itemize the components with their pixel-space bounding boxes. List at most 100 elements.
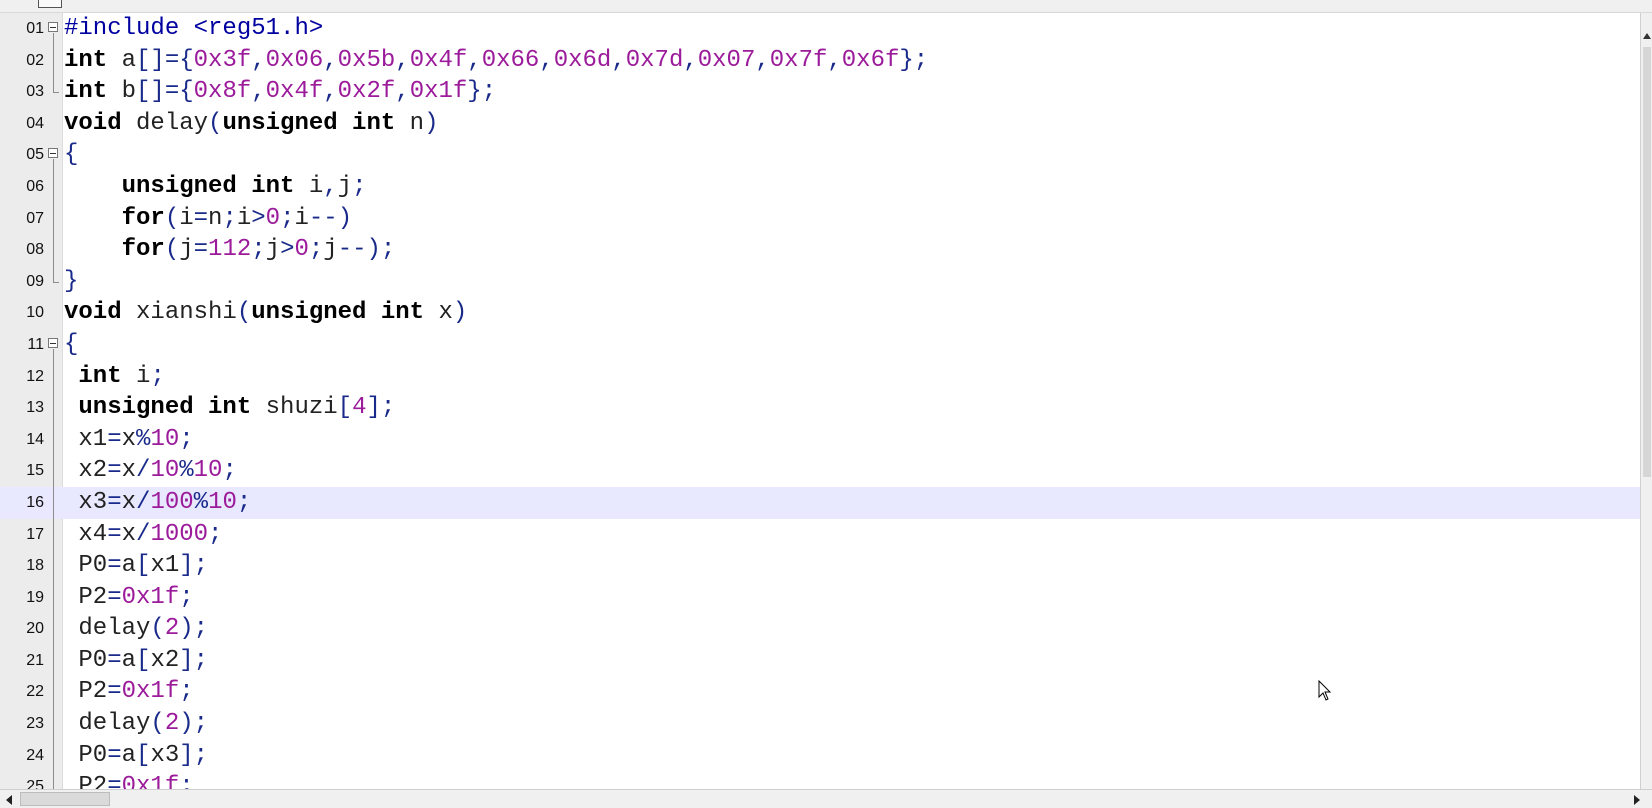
code-token: --) [308, 204, 353, 232]
code-token: 0x2f [337, 78, 396, 106]
code-token: ; [150, 362, 165, 390]
code-line[interactable]: 19 P2=0x1f; [0, 581, 1640, 614]
line-number: 07 [26, 209, 44, 227]
code-token: ); [179, 710, 209, 738]
arrow-up-icon[interactable] [1643, 33, 1651, 39]
code-text: P0=a[x3]; [64, 740, 208, 772]
code-line[interactable]: 13 unsigned int shuzi[4]; [0, 392, 1640, 424]
code-token: 10 [208, 488, 237, 516]
code-line[interactable]: 10 void xianshi(unsigned int x) [0, 297, 1640, 329]
code-token: , [251, 46, 266, 74]
code-line[interactable]: 15 x2=x/10%10; [0, 455, 1640, 487]
code-token: i [294, 204, 309, 232]
code-line[interactable]: 05 { [0, 139, 1640, 172]
code-token: unsigned int [121, 172, 295, 200]
code-token: 0x06 [265, 46, 324, 74]
code-line[interactable]: 07 for(i=n;i>0;i--) [0, 202, 1640, 235]
code-token: 10 [150, 425, 180, 453]
horizontal-scroll-thumb[interactable] [20, 792, 110, 806]
code-text: x3=x/100%10; [64, 487, 251, 519]
code-token: ( [236, 299, 252, 327]
code-line[interactable]: 21 P0=a[x2]; [0, 644, 1640, 677]
arrow-right-icon[interactable] [1634, 795, 1640, 805]
code-token: ( [208, 109, 223, 137]
code-editor[interactable]: 01 #include <reg51.h> 02 int a[]={0x3f,0x06… [0, 13, 1640, 789]
code-token: 0x1f [121, 773, 180, 789]
editor-window: 01 #include <reg51.h> 02 int a[]={0x3f,0x06… [0, 0, 1652, 808]
horizontal-scrollbar[interactable] [0, 789, 1652, 808]
code-token: 0x66 [481, 46, 540, 74]
fold-minus-icon[interactable] [47, 139, 61, 172]
code-line[interactable]: 01 #include <reg51.h> [0, 13, 1640, 45]
code-token: 2 [164, 615, 180, 643]
code-token: % [193, 488, 209, 516]
code-line[interactable]: 17 x4=x/1000; [0, 518, 1640, 551]
code-line[interactable]: 08 for(j=112;j>0;j--); [0, 234, 1640, 266]
code-token: --); [337, 236, 396, 264]
code-line[interactable]: 12 int i; [0, 360, 1640, 393]
code-token: x [121, 520, 137, 548]
code-token: , [467, 46, 482, 74]
code-token: [ [337, 394, 353, 422]
code-line[interactable]: 23 delay(2); [0, 708, 1640, 740]
line-number: 21 [26, 651, 44, 669]
code-token: 0x7f [769, 46, 828, 74]
code-line[interactable]: 22 P2=0x1f; [0, 676, 1640, 709]
code-token: a [107, 46, 137, 74]
code-line[interactable]: 04 void delay(unsigned int n) [0, 108, 1640, 140]
fold-minus-icon[interactable] [47, 329, 61, 361]
code-token: = [107, 678, 122, 706]
vertical-scrollbar[interactable] [1640, 13, 1652, 789]
code-line[interactable]: 18 P0=a[x1]; [0, 550, 1640, 582]
code-token: [ [136, 552, 151, 580]
code-token: a [121, 741, 137, 769]
code-token: 0x1f [409, 78, 468, 106]
fold-line [47, 170, 61, 203]
code-text: P2=0x1f; [64, 582, 193, 614]
code-token: #include <reg51.h> [64, 15, 324, 42]
line-number: 19 [26, 588, 44, 606]
code-token: 10 [193, 457, 223, 485]
fold-line [47, 708, 61, 740]
code-line[interactable]: 16 x3=x/100%10; [0, 486, 1640, 519]
fold-empty [47, 108, 61, 140]
code-token: delay [64, 710, 151, 738]
line-number: 18 [26, 557, 44, 575]
fold-line [47, 202, 61, 235]
code-token: % [136, 425, 151, 453]
code-token: for [121, 236, 165, 264]
line-number: 11 [27, 335, 44, 353]
code-token: x3 [150, 741, 180, 769]
file-tab[interactable] [38, 0, 62, 8]
code-line[interactable]: 20 delay(2); [0, 613, 1640, 645]
line-number: 20 [26, 620, 44, 638]
code-token: 0 [265, 204, 281, 232]
code-line[interactable]: 03 int b[]={0x8f,0x4f,0x2f,0x1f}; [0, 76, 1640, 108]
fold-line [47, 44, 61, 77]
code-line[interactable]: 02 int a[]={0x3f,0x06,0x5b,0x4f,0x66,0x6d… [0, 44, 1640, 77]
code-token: 100 [150, 488, 194, 516]
code-token: x2 [64, 457, 108, 485]
code-text: delay(2); [64, 708, 208, 740]
code-line[interactable]: 11 { [0, 329, 1640, 361]
code-line[interactable]: 14 x1=x%10; [0, 423, 1640, 456]
code-line[interactable]: 24 P0=a[x3]; [0, 739, 1640, 772]
code-line[interactable]: 06 unsigned int i,j; [0, 170, 1640, 203]
code-token: x [121, 425, 137, 453]
code-token: delay [121, 109, 209, 137]
fold-minus-icon[interactable] [47, 13, 61, 45]
code-token: x1 [64, 425, 108, 453]
code-token: ; [280, 204, 295, 232]
code-line[interactable]: 09} [0, 265, 1640, 298]
code-token: = [107, 741, 122, 769]
code-line[interactable]: 25 P2=0x1f; [0, 771, 1640, 789]
tab-strip [0, 0, 1652, 13]
code-token: x3 [64, 488, 108, 516]
fold-line [47, 644, 61, 677]
code-token: j [323, 236, 338, 264]
line-number: 03 [26, 83, 44, 101]
code-text: void delay(unsigned int n) [64, 108, 438, 140]
arrow-left-icon[interactable] [6, 795, 12, 805]
vertical-scroll-thumb[interactable] [1643, 47, 1651, 477]
